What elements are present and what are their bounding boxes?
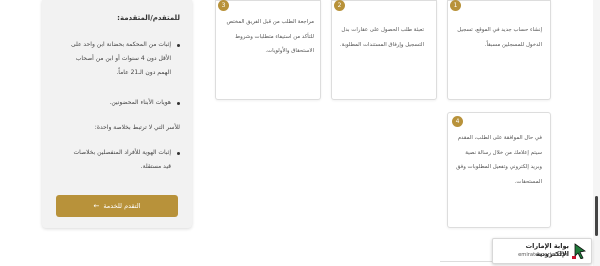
bullet-icon (177, 44, 180, 47)
step-number-badge: 4 (452, 116, 463, 127)
arrow-left-icon: ← (93, 202, 100, 210)
step-card-1: 1 إنشاء حساب جديد في الموقع، تسجيل الدخو… (447, 0, 551, 100)
requirement-item: هويات الأبناء المحضونين. (64, 96, 180, 110)
step-description: في حال الموافقة على الطلب، المقدم سيتم إ… (456, 135, 542, 185)
portal-watermark: بوابة الإمارات الإلكترونية emiratesporta… (492, 238, 592, 264)
requirements-heading: للمتقدم/المتقدمة: (117, 14, 180, 22)
step-number-badge: 2 (334, 0, 345, 11)
step-description: تعبئة طلب الحصول على عقارات بدل التسجيل … (339, 27, 424, 48)
requirement-item: إثبات الهوية للأفراد المنفصلين بخلاصات ق… (64, 146, 180, 174)
requirement-item: إثبات من المحكمة بحضانة ابن واحد على الأ… (64, 38, 180, 80)
start-service-label: التقدم للخدمة (103, 202, 141, 210)
start-service-button[interactable]: التقدم للخدمة ← (56, 195, 178, 217)
scrollbar-thumb[interactable] (595, 196, 598, 236)
bullet-icon (177, 102, 180, 105)
bullet-icon (177, 152, 180, 155)
step-number-badge: 1 (450, 0, 461, 11)
step-number-badge: 3 (218, 0, 229, 11)
step-description: إنشاء حساب جديد في الموقع، تسجيل الدخول … (457, 27, 542, 48)
step-card-4: 4 في حال الموافقة على الطلب، المقدم سيتم… (447, 112, 551, 228)
step-description: مراجعة الطلب من قبل الفريق المختص للتأكد… (226, 19, 314, 54)
step-card-3: 3 مراجعة الطلب من قبل الفريق المختص للتأ… (215, 0, 321, 100)
requirement-item: للأسر التي لا ترتبط بخلاصة واحدة: (94, 124, 180, 131)
portal-url: emiratesportal.com (518, 252, 569, 258)
cursor-logo-icon (572, 243, 586, 259)
step-card-2: 2 تعبئة طلب الحصول على عقارات بدل التسجي… (331, 0, 437, 100)
requirements-panel: للمتقدم/المتقدمة: إثبات من المحكمة بحضان… (42, 0, 192, 228)
